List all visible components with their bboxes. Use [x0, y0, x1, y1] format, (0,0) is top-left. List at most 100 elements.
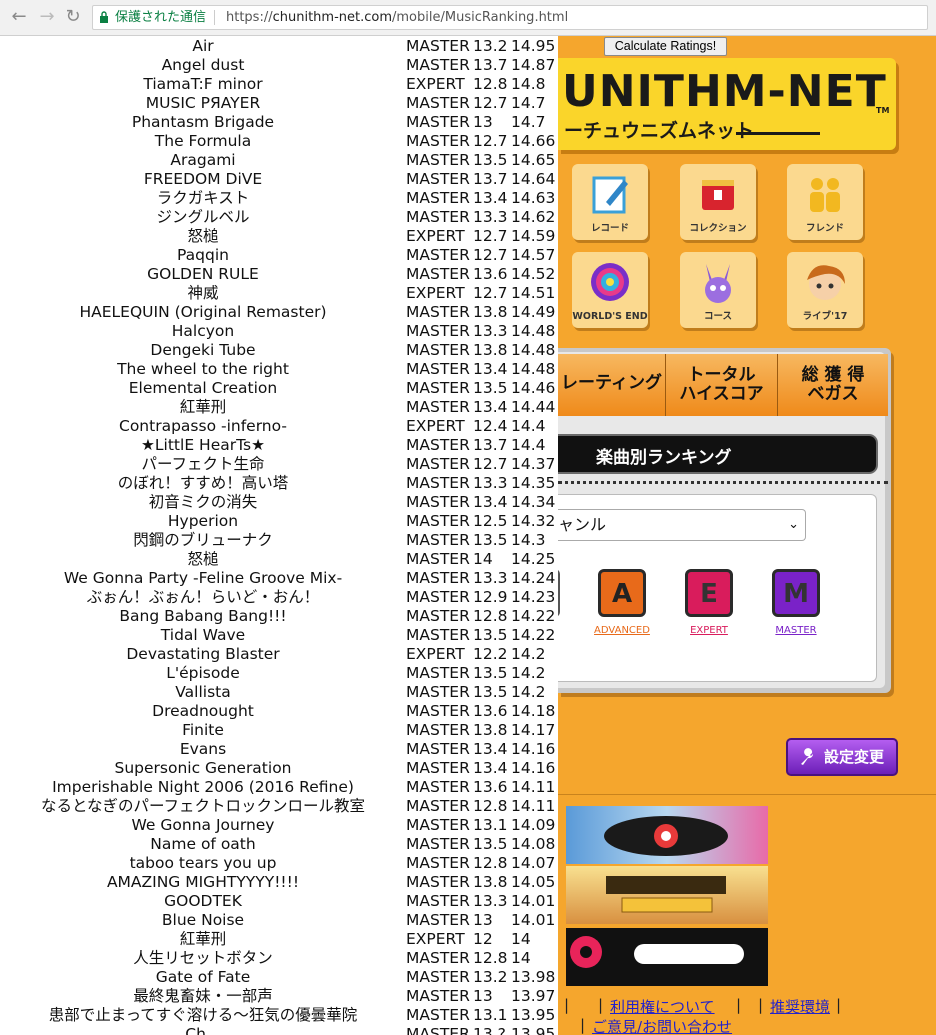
browser-toolbar: ← → ↻ 保護された通信 https://chunithm-net.com/m…: [0, 0, 936, 36]
tab-total-highscore[interactable]: トータル ハイスコア: [666, 354, 778, 416]
chunithm-star-banner[interactable]: [566, 866, 768, 924]
difficulty: EXPERT: [406, 417, 465, 435]
lock-icon: [100, 11, 108, 23]
menu-worlds-end[interactable]: WORLD'S END: [572, 252, 648, 328]
difficulty-advanced-link[interactable]: ADVANCED: [586, 625, 658, 636]
level: 13.2: [473, 968, 508, 986]
level: 13.5: [473, 683, 508, 701]
ranking-row: Contrapasso -inferno- EXPERT 12.4 14.4: [0, 417, 558, 436]
aime-logo-icon: [570, 936, 744, 968]
level: 13.5: [473, 531, 508, 549]
ranking-row: Hyperion MASTER 12.5 14.32: [0, 512, 558, 531]
song-title: 初音ミクの消失: [148, 493, 258, 511]
worlds-end-icon: [591, 263, 629, 301]
song-title: Blue Noise: [161, 911, 245, 929]
level: 12.7: [473, 284, 508, 302]
reload-icon[interactable]: ↻: [62, 6, 84, 28]
rating-value: 14: [511, 949, 531, 967]
maimai-banner[interactable]: [566, 806, 768, 864]
rating-value: 14.49: [511, 303, 556, 321]
ranking-row: Gate of Fate MASTER 13.2 13.98: [0, 968, 558, 987]
dotted-divider: [558, 481, 888, 484]
difficulty-button-basic-partial[interactable]: [558, 569, 560, 617]
calculate-ratings-button[interactable]: Calculate Ratings!: [604, 37, 727, 56]
footer-link-contact[interactable]: ご意見/お問い合わせ: [592, 1016, 732, 1035]
difficulty: MASTER: [406, 949, 470, 967]
song-title: Hyperion: [167, 512, 239, 530]
song-title: taboo tears you up: [129, 854, 277, 872]
ranking-row: Aragami MASTER 13.5 14.65: [0, 151, 558, 170]
rating-value: 14.37: [511, 455, 556, 473]
level: 12.7: [473, 94, 508, 112]
aime-banner[interactable]: [566, 928, 768, 986]
song-title: Name of oath: [150, 835, 256, 853]
genre-select[interactable]: ャンル ⌄: [558, 509, 806, 541]
song-title: 最終鬼畜妹・一部声: [133, 987, 273, 1005]
logo-subtitle: ーチュウニズムネット: [564, 120, 755, 142]
section-divider: [558, 794, 936, 795]
rating-value: 14.17: [511, 721, 556, 739]
menu-friend[interactable]: フレンド: [787, 164, 863, 240]
menu-friend-label: フレンド: [805, 223, 844, 234]
song-title: 神威: [187, 284, 219, 302]
menu-course[interactable]: コース: [680, 252, 756, 328]
rating-value: 14.11: [511, 797, 556, 815]
ranking-row: ラクガキスト MASTER 13.4 14.63: [0, 189, 558, 208]
tab-rating[interactable]: レーティング: [558, 354, 666, 416]
rating-value: 14.32: [511, 512, 556, 530]
difficulty: MASTER: [406, 892, 470, 910]
url-text: https://chunithm-net.com/mobile/MusicRan…: [226, 10, 569, 25]
song-title: ジングルベル: [156, 208, 250, 226]
forward-arrow-icon[interactable]: →: [36, 6, 58, 28]
song-title: MUSIC PЯAYER: [145, 94, 261, 112]
ranking-row: 患部で止まってすぐ溶ける～狂気の優曇華院 MASTER 13.1 13.95: [0, 1006, 558, 1025]
difficulty-master-button[interactable]: M: [772, 569, 820, 617]
friend-icon: [810, 178, 840, 212]
tab-total-highscore-line2: ハイスコア: [679, 384, 764, 404]
song-title: なるとなぎのパーフェクトロックンロール教室: [40, 797, 366, 815]
difficulty-advanced-button[interactable]: A: [598, 569, 646, 617]
ranking-row: パーフェクト生命 MASTER 12.7 14.37: [0, 455, 558, 474]
menu-collection[interactable]: コレクション: [680, 164, 756, 240]
difficulty: MASTER: [406, 816, 470, 834]
level: 12.8: [473, 607, 508, 625]
footer-link-terms[interactable]: 利用権について: [610, 996, 715, 1017]
difficulty: MASTER: [406, 702, 470, 720]
song-title: Supersonic Generation: [114, 759, 292, 777]
difficulty-expert-link[interactable]: EXPERT: [673, 625, 745, 636]
rating-value: 14.52: [511, 265, 556, 283]
difficulty-master-link[interactable]: MASTER: [760, 625, 832, 636]
difficulty: MASTER: [406, 854, 470, 872]
level: 13.2: [473, 37, 508, 55]
song-title: Finite: [182, 721, 224, 739]
rating-value: 14.87: [511, 56, 556, 74]
footer-link-environment[interactable]: 推奨環境: [770, 996, 830, 1017]
settings-change-button[interactable]: 設定変更: [786, 738, 898, 776]
tab-total-vegas[interactable]: 総 獲 得 ベガス: [778, 354, 888, 416]
song-title: 紅華刑: [179, 398, 227, 416]
rating-value: 14.65: [511, 151, 556, 169]
menu-record[interactable]: レコード: [572, 164, 648, 240]
ranking-row: Blue Noise MASTER 13 14.01: [0, 911, 558, 930]
difficulty: MASTER: [406, 569, 470, 587]
ranking-row: Air MASTER 13.2 14.95: [0, 37, 558, 56]
footer-links: | | 利用権について | | 推奨環境 | | ご意見/お問い合わせ: [558, 994, 936, 1035]
difficulty: MASTER: [406, 322, 470, 340]
rating-value: 14.48: [511, 341, 556, 359]
ranking-row: The Formula MASTER 12.7 14.66: [0, 132, 558, 151]
difficulty: MASTER: [406, 493, 470, 511]
difficulty: MASTER: [406, 379, 470, 397]
ranking-row: 怒槌 MASTER 14 14.25: [0, 550, 558, 569]
song-title: 怒槌: [187, 550, 219, 568]
back-arrow-icon[interactable]: ←: [8, 6, 30, 28]
song-title: FREEDOM DiVE: [143, 170, 263, 188]
difficulty-expert-button[interactable]: E: [685, 569, 733, 617]
difficulty: MASTER: [406, 56, 470, 74]
address-bar[interactable]: 保護された通信 https://chunithm-net.com/mobile/…: [92, 5, 928, 30]
site-logo[interactable]: UNITHM-NET TM ーチュウニズムネット: [558, 58, 896, 150]
menu-live[interactable]: ライブ'17: [787, 252, 863, 328]
rating-value: 14.2: [511, 664, 546, 682]
rating-value: 14.24: [511, 569, 556, 587]
menu-collection-label: コレクション: [689, 223, 747, 234]
ranking-row: Name of oath MASTER 13.5 14.08: [0, 835, 558, 854]
